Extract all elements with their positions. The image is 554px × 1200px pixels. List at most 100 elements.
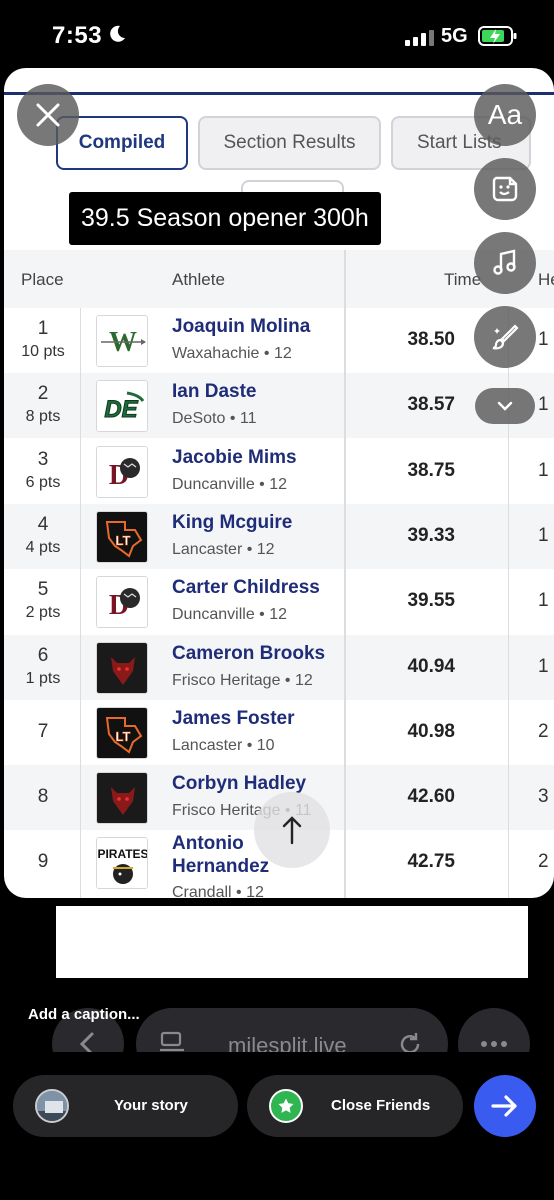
athlete-team: Duncanville • 12 bbox=[172, 475, 287, 493]
place-points: 10 pts bbox=[21, 343, 65, 360]
place-number: 7 bbox=[37, 720, 49, 742]
result-time: 38.75 bbox=[407, 459, 455, 481]
place-points: 2 pts bbox=[25, 604, 61, 622]
clock: 7:53 bbox=[52, 22, 103, 49]
network-type: 5G bbox=[441, 25, 468, 47]
send-button[interactable] bbox=[474, 1075, 536, 1137]
your-story-button[interactable]: Your story bbox=[13, 1075, 238, 1137]
athlete-team: Waxahachie • 12 bbox=[172, 345, 292, 362]
caption-input[interactable]: Add a caption... bbox=[28, 1006, 140, 1023]
heat-number: 1 bbox=[538, 459, 549, 481]
column-divider bbox=[80, 308, 81, 898]
place-points: 6 pts bbox=[25, 473, 61, 491]
athlete-team: Frisco Heritage • 12 bbox=[172, 671, 313, 689]
place-points: 8 pts bbox=[25, 408, 61, 426]
athlete-team: Lancaster • 10 bbox=[172, 736, 275, 754]
scroll-to-top-button[interactable] bbox=[254, 792, 330, 868]
arrow-right-icon bbox=[491, 1095, 517, 1117]
svg-text:PIRATES: PIRATES bbox=[97, 847, 148, 861]
table-row[interactable]: 5 2 pts D Carter Childress Duncanville • 12 3… bbox=[4, 569, 554, 634]
heat-number: 1 bbox=[538, 329, 549, 350]
athlete-name[interactable]: Joaquin Molina bbox=[172, 316, 310, 338]
story-text-overlay[interactable]: 39.5 Season opener 300h bbox=[69, 192, 381, 245]
table-row[interactable]: 2 8 pts DE Ian Daste DeSoto • 11 38.57 1 bbox=[4, 373, 554, 439]
svg-text:DE: DE bbox=[104, 396, 138, 423]
result-time: 42.75 bbox=[407, 851, 455, 873]
header-divider bbox=[4, 92, 554, 95]
chevron-down-icon bbox=[497, 401, 513, 411]
duncanville-logo: D bbox=[96, 576, 148, 629]
column-divider bbox=[344, 250, 346, 898]
moon-icon bbox=[110, 25, 125, 42]
signal-icon bbox=[405, 30, 434, 46]
place-cell: 7 bbox=[4, 700, 82, 743]
heat-number: 1 bbox=[538, 524, 549, 546]
athlete-team: Lancaster • 12 bbox=[172, 540, 275, 558]
result-time: 39.33 bbox=[407, 524, 455, 546]
lancaster-logo: LT bbox=[96, 510, 148, 563]
athlete-name[interactable]: Carter Childress bbox=[172, 577, 320, 599]
result-time: 42.60 bbox=[407, 786, 455, 808]
place-cell: 6 1 pts bbox=[4, 635, 82, 688]
table-row[interactable]: 3 6 pts D Jacobie Mims Duncanville • 12 38.75… bbox=[4, 439, 554, 504]
athlete-name[interactable]: Jacobie Mims bbox=[172, 447, 297, 469]
athlete-name[interactable]: Ian Daste bbox=[172, 381, 256, 403]
result-time: 38.57 bbox=[407, 394, 455, 416]
heat-number: 1 bbox=[538, 655, 549, 677]
close-friends-label: Close Friends bbox=[331, 1097, 431, 1114]
table-row[interactable]: 4 4 pts LT King Mcguire Lancaster • 12 39.33 1 bbox=[4, 503, 554, 569]
result-time: 40.94 bbox=[407, 655, 455, 677]
frisco-heritage-logo bbox=[96, 641, 148, 694]
close-friends-button[interactable]: Close Friends bbox=[247, 1075, 463, 1137]
table-row[interactable]: 1 10 pts W Joaquin Molina Waxahachie • 12 38.… bbox=[4, 308, 554, 373]
place-number: 3 bbox=[37, 448, 49, 470]
place-cell: 4 4 pts bbox=[4, 504, 82, 557]
avatar bbox=[35, 1089, 69, 1123]
athlete-team: DeSoto • 11 bbox=[172, 410, 257, 428]
heat-number: 2 bbox=[538, 720, 549, 742]
arrow-up-icon bbox=[282, 816, 302, 845]
place-number: 5 bbox=[37, 579, 49, 601]
frisco-heritage-logo bbox=[96, 772, 148, 825]
text-tool-button[interactable]: Aa bbox=[474, 84, 536, 146]
place-cell: 5 2 pts bbox=[4, 569, 82, 622]
athlete-team: Crandall • 12 bbox=[172, 884, 264, 898]
athlete-name[interactable]: King Mcguire bbox=[172, 512, 292, 534]
table-row[interactable]: 7 LT James Foster Lancaster • 10 40.98 2 bbox=[4, 700, 554, 765]
result-time: 39.55 bbox=[407, 590, 455, 612]
sticker-icon bbox=[492, 176, 518, 202]
brush-icon bbox=[492, 324, 519, 350]
desoto-logo: DE bbox=[96, 380, 148, 433]
music-button[interactable] bbox=[474, 232, 536, 294]
header-place: Place bbox=[21, 270, 64, 289]
music-icon bbox=[493, 249, 516, 275]
place-points: 1 pts bbox=[25, 669, 61, 687]
athlete-name[interactable]: James Foster bbox=[172, 708, 295, 730]
sticker-button[interactable] bbox=[474, 158, 536, 220]
place-number: 8 bbox=[37, 786, 49, 808]
crandall-logo: PIRATES bbox=[96, 837, 148, 890]
place-number: 2 bbox=[37, 383, 49, 405]
header-athlete: Athlete bbox=[172, 270, 225, 289]
place-points: 4 pts bbox=[25, 538, 61, 556]
place-cell: 3 6 pts bbox=[4, 439, 82, 492]
draw-button[interactable] bbox=[474, 306, 536, 368]
waxahachie-logo: W bbox=[96, 315, 148, 367]
place-cell: 1 10 pts bbox=[4, 308, 82, 361]
place-number: 9 bbox=[37, 851, 49, 873]
athlete-name[interactable]: Cameron Brooks bbox=[172, 643, 325, 665]
place-number: 4 bbox=[37, 513, 49, 535]
svg-text:LT: LT bbox=[116, 533, 131, 548]
heat-number: 1 bbox=[538, 394, 549, 416]
duncanville-logo: D bbox=[96, 445, 148, 498]
battery-icon bbox=[478, 26, 517, 46]
svg-text:LT: LT bbox=[116, 729, 131, 744]
close-button[interactable] bbox=[17, 84, 79, 146]
star-icon bbox=[269, 1089, 303, 1123]
status-bar: 7:53 5G bbox=[0, 0, 554, 70]
tab-section-results[interactable]: Section Results bbox=[198, 116, 381, 170]
table-header: Place Athlete Time Heat bbox=[4, 250, 554, 308]
heat-number: 2 bbox=[538, 851, 549, 873]
more-tools-button[interactable] bbox=[475, 388, 535, 424]
table-row[interactable]: 6 1 pts Cameron Brooks Frisco Heritage • 12… bbox=[4, 634, 554, 700]
